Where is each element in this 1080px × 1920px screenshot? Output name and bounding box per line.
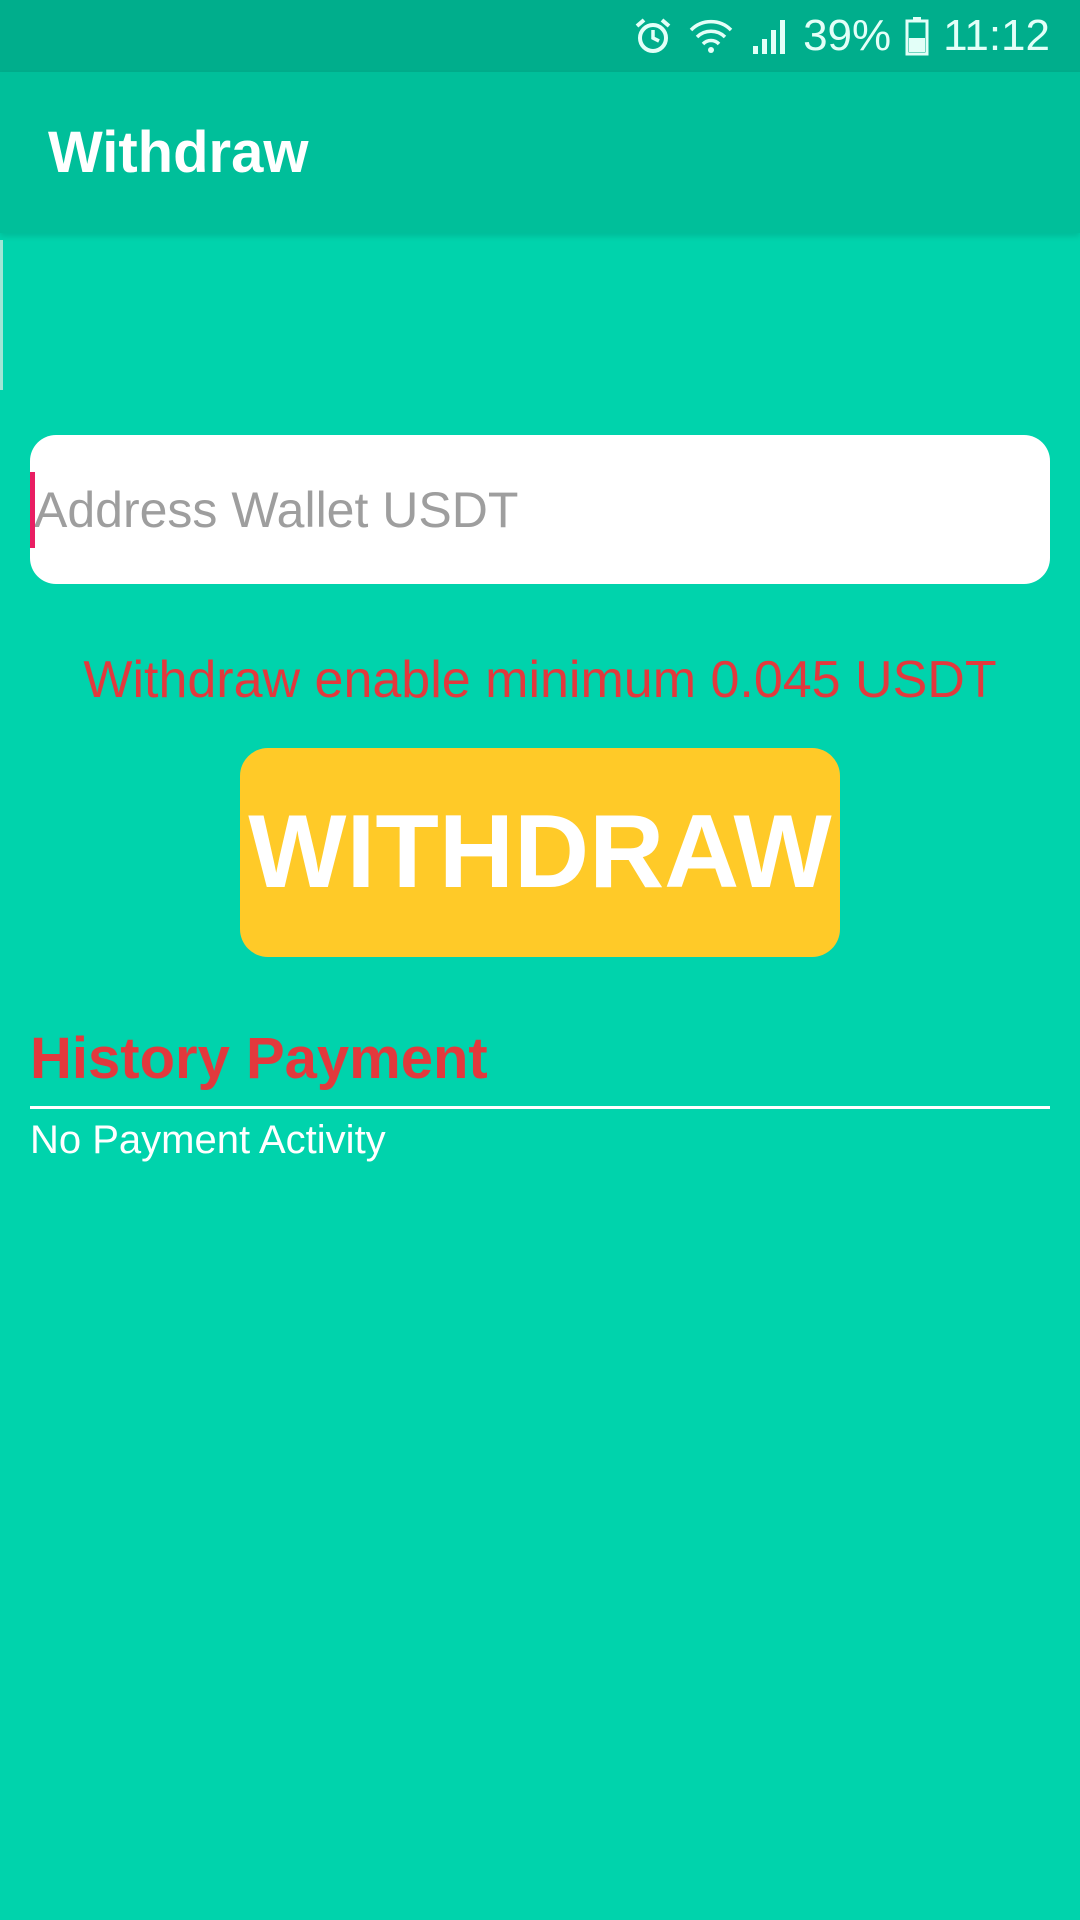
withdraw-button[interactable]: WITHDRAW [240,748,840,957]
battery-icon [905,16,929,56]
edge-indicator [0,240,3,390]
signal-icon [749,16,789,56]
address-wallet-input[interactable] [30,435,1050,584]
status-bar: 39% 11:12 [0,0,1080,72]
address-field-container[interactable] [30,435,1050,584]
text-cursor [30,472,35,548]
wifi-icon [687,16,735,56]
clock: 11:12 [943,11,1050,60]
minimum-withdraw-notice: Withdraw enable minimum 0.045 USDT [83,651,997,709]
page-title: Withdraw [48,120,309,185]
alarm-icon [633,16,673,56]
history-empty-message: No Payment Activity [30,1118,386,1162]
history-divider [30,1106,1050,1109]
app-bar: Withdraw [0,72,1080,233]
battery-percent: 39% [803,11,892,60]
history-payment-heading: History Payment [30,1026,488,1091]
